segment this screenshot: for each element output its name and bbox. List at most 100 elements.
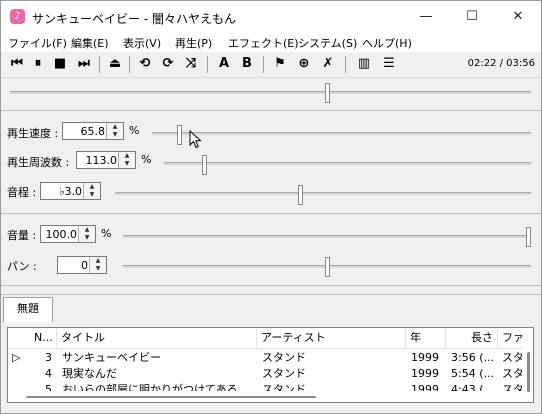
vertical-scrollbar[interactable]: [523, 348, 533, 402]
track-length: 3:56 (...: [451, 351, 494, 364]
speed-stepper[interactable]: 65.8 ▲ ▼: [62, 122, 124, 140]
random-icon[interactable]: ⤨: [182, 55, 200, 73]
repeat-one-icon[interactable]: ⟲: [136, 55, 154, 73]
track-title: サンキューベイビー: [62, 351, 161, 364]
frequency-stepper[interactable]: 113.0 ▲ ▼: [76, 151, 136, 169]
explorer-toggle-icon[interactable]: ▥: [355, 55, 373, 73]
marker-play-icon[interactable]: ⚑: [271, 55, 289, 73]
column-header-title[interactable]: タイトル: [57, 328, 257, 348]
menu-file[interactable]: ファイル(F): [8, 35, 67, 51]
speed-value[interactable]: 65.8: [81, 125, 106, 138]
pan-slider-thumb[interactable]: [325, 257, 330, 277]
tab-playlist[interactable]: 無題: [3, 297, 53, 322]
speed-spin-arrows[interactable]: ▲ ▼: [106, 123, 123, 139]
track-file: スタ: [502, 367, 522, 380]
table-row[interactable]: ▷ 3 サンキューベイビー スタンド 1999 3:56 (... スタ: [8, 350, 523, 365]
menu-view[interactable]: 表示(V): [123, 35, 161, 51]
divider: [1, 285, 541, 286]
next-track-icon[interactable]: ⏭: [75, 55, 93, 73]
table-row[interactable]: 5 おいらの部屋に明かりがつけてある スタンド 1999 4:43 (... ス…: [8, 382, 523, 391]
menu-system[interactable]: システム(S): [298, 35, 357, 51]
track-number: 4: [45, 367, 52, 380]
volume-slider-track[interactable]: [123, 235, 531, 238]
ab-loop-b-icon[interactable]: B: [238, 55, 256, 73]
close-button[interactable]: ✕: [495, 1, 541, 33]
menu-play[interactable]: 再生(P): [175, 35, 212, 51]
pan-stepper[interactable]: 0 ▲ ▼: [57, 256, 107, 274]
now-playing-marker-icon: [12, 382, 26, 391]
position-slider-track[interactable]: [10, 91, 531, 94]
now-playing-marker-icon: ▷: [12, 351, 21, 364]
pan-value[interactable]: 0: [81, 259, 88, 272]
track-artist: スタンド: [262, 367, 306, 380]
toolbar-separator: [129, 56, 130, 73]
volume-unit: %: [101, 227, 112, 240]
title-bar[interactable]: ♪ サンキューベイビー - 闇々ハヤえもん — ☐ ✕: [1, 1, 541, 33]
frequency-label: 再生周波数 :: [7, 156, 70, 169]
track-number: 3: [45, 351, 52, 364]
track-title: 現実なんだ: [62, 367, 117, 380]
pitch-label: 音程 :: [7, 186, 37, 199]
horizontal-scrollbar-thumb[interactable]: [26, 396, 316, 398]
eject-icon[interactable]: ⏏: [106, 55, 124, 73]
column-header-artist[interactable]: アーティスト: [257, 328, 406, 348]
column-header-length[interactable]: 長さ: [446, 328, 498, 348]
track-number: 5: [45, 383, 52, 391]
volume-stepper[interactable]: 100.0 ▲ ▼: [40, 225, 96, 243]
position-slider-thumb[interactable]: [324, 83, 330, 103]
toolbar-separator: [263, 56, 264, 73]
divider: [1, 110, 541, 111]
track-year: 1999: [411, 351, 439, 364]
frequency-spin-arrows[interactable]: ▲ ▼: [118, 152, 135, 168]
speed-slider-thumb[interactable]: [176, 125, 182, 145]
app-window: ♪ サンキューベイビー - 闇々ハヤえもん — ☐ ✕ ファイル(F) 編集(E…: [0, 0, 542, 414]
frequency-slider-track[interactable]: [164, 162, 531, 165]
track-length: 4:43 (...: [451, 383, 494, 391]
pitch-slider-track[interactable]: [115, 192, 531, 195]
add-marker-icon[interactable]: ⊕: [295, 55, 313, 73]
vertical-scrollbar-thumb[interactable]: [527, 352, 530, 392]
previous-track-icon[interactable]: ⏮: [8, 55, 26, 73]
speed-label: 再生速度 :: [7, 127, 59, 140]
ab-loop-a-icon[interactable]: A: [215, 55, 233, 73]
column-header-year[interactable]: 年: [406, 328, 446, 348]
delete-marker-icon[interactable]: ✗: [319, 55, 337, 73]
volume-spin-arrows[interactable]: ▲ ▼: [78, 226, 95, 242]
hayaemon-app-icon[interactable]: ♪: [10, 9, 25, 24]
speed-slider-track[interactable]: [152, 132, 531, 135]
frequency-slider-thumb[interactable]: [202, 155, 208, 175]
pitch-value[interactable]: ♭3.0: [59, 185, 82, 198]
stop-icon[interactable]: ■: [51, 55, 69, 73]
playlist-toggle-icon[interactable]: ☰: [380, 55, 398, 73]
repeat-all-icon[interactable]: ⟳: [159, 55, 177, 73]
pitch-spin-arrows[interactable]: ▲ ▼: [83, 183, 100, 199]
track-title: おいらの部屋に明かりがつけてある: [62, 383, 238, 391]
column-header-number[interactable]: N...: [30, 328, 57, 348]
menu-bar: ファイル(F) 編集(E) 表示(V) 再生(P) エフェクト(E) システム(…: [1, 33, 541, 52]
track-year: 1999: [411, 367, 439, 380]
divider: [1, 213, 541, 214]
window-title: サンキューベイビー - 闇々ハヤえもん: [32, 12, 236, 26]
maximize-button[interactable]: ☐: [449, 1, 495, 33]
table-row[interactable]: 4 現実なんだ スタンド 1999 5:54 (... スタ: [8, 366, 523, 381]
track-file: スタ: [502, 383, 522, 391]
volume-label: 音量 :: [7, 229, 37, 242]
mouse-cursor-icon: [189, 130, 202, 149]
toolbar-separator: [207, 56, 208, 73]
track-artist: スタンド: [262, 383, 306, 391]
menu-effect[interactable]: エフェクト(E): [228, 35, 299, 51]
menu-help[interactable]: ヘルプ(H): [362, 35, 412, 51]
volume-value[interactable]: 100.0: [46, 228, 78, 241]
menu-edit[interactable]: 編集(E): [71, 35, 109, 51]
volume-slider-thumb[interactable]: [526, 227, 531, 247]
column-header-file[interactable]: ファ: [498, 328, 533, 348]
playlist-table[interactable]: N... タイトル アーティスト 年 長さ ファ ▷ 3 サンキューベイビー ス…: [7, 327, 534, 403]
minimize-button[interactable]: —: [403, 1, 449, 33]
playlist-tab-bar: 無題: [1, 294, 541, 322]
pause-icon[interactable]: ⏸: [29, 55, 47, 73]
frequency-value[interactable]: 113.0: [86, 154, 118, 167]
pan-spin-arrows[interactable]: ▲ ▼: [89, 257, 106, 273]
pitch-stepper[interactable]: ♭3.0 ▲ ▼: [40, 182, 101, 200]
toolbar-separator: [345, 56, 346, 73]
pitch-slider-thumb[interactable]: [298, 185, 304, 205]
